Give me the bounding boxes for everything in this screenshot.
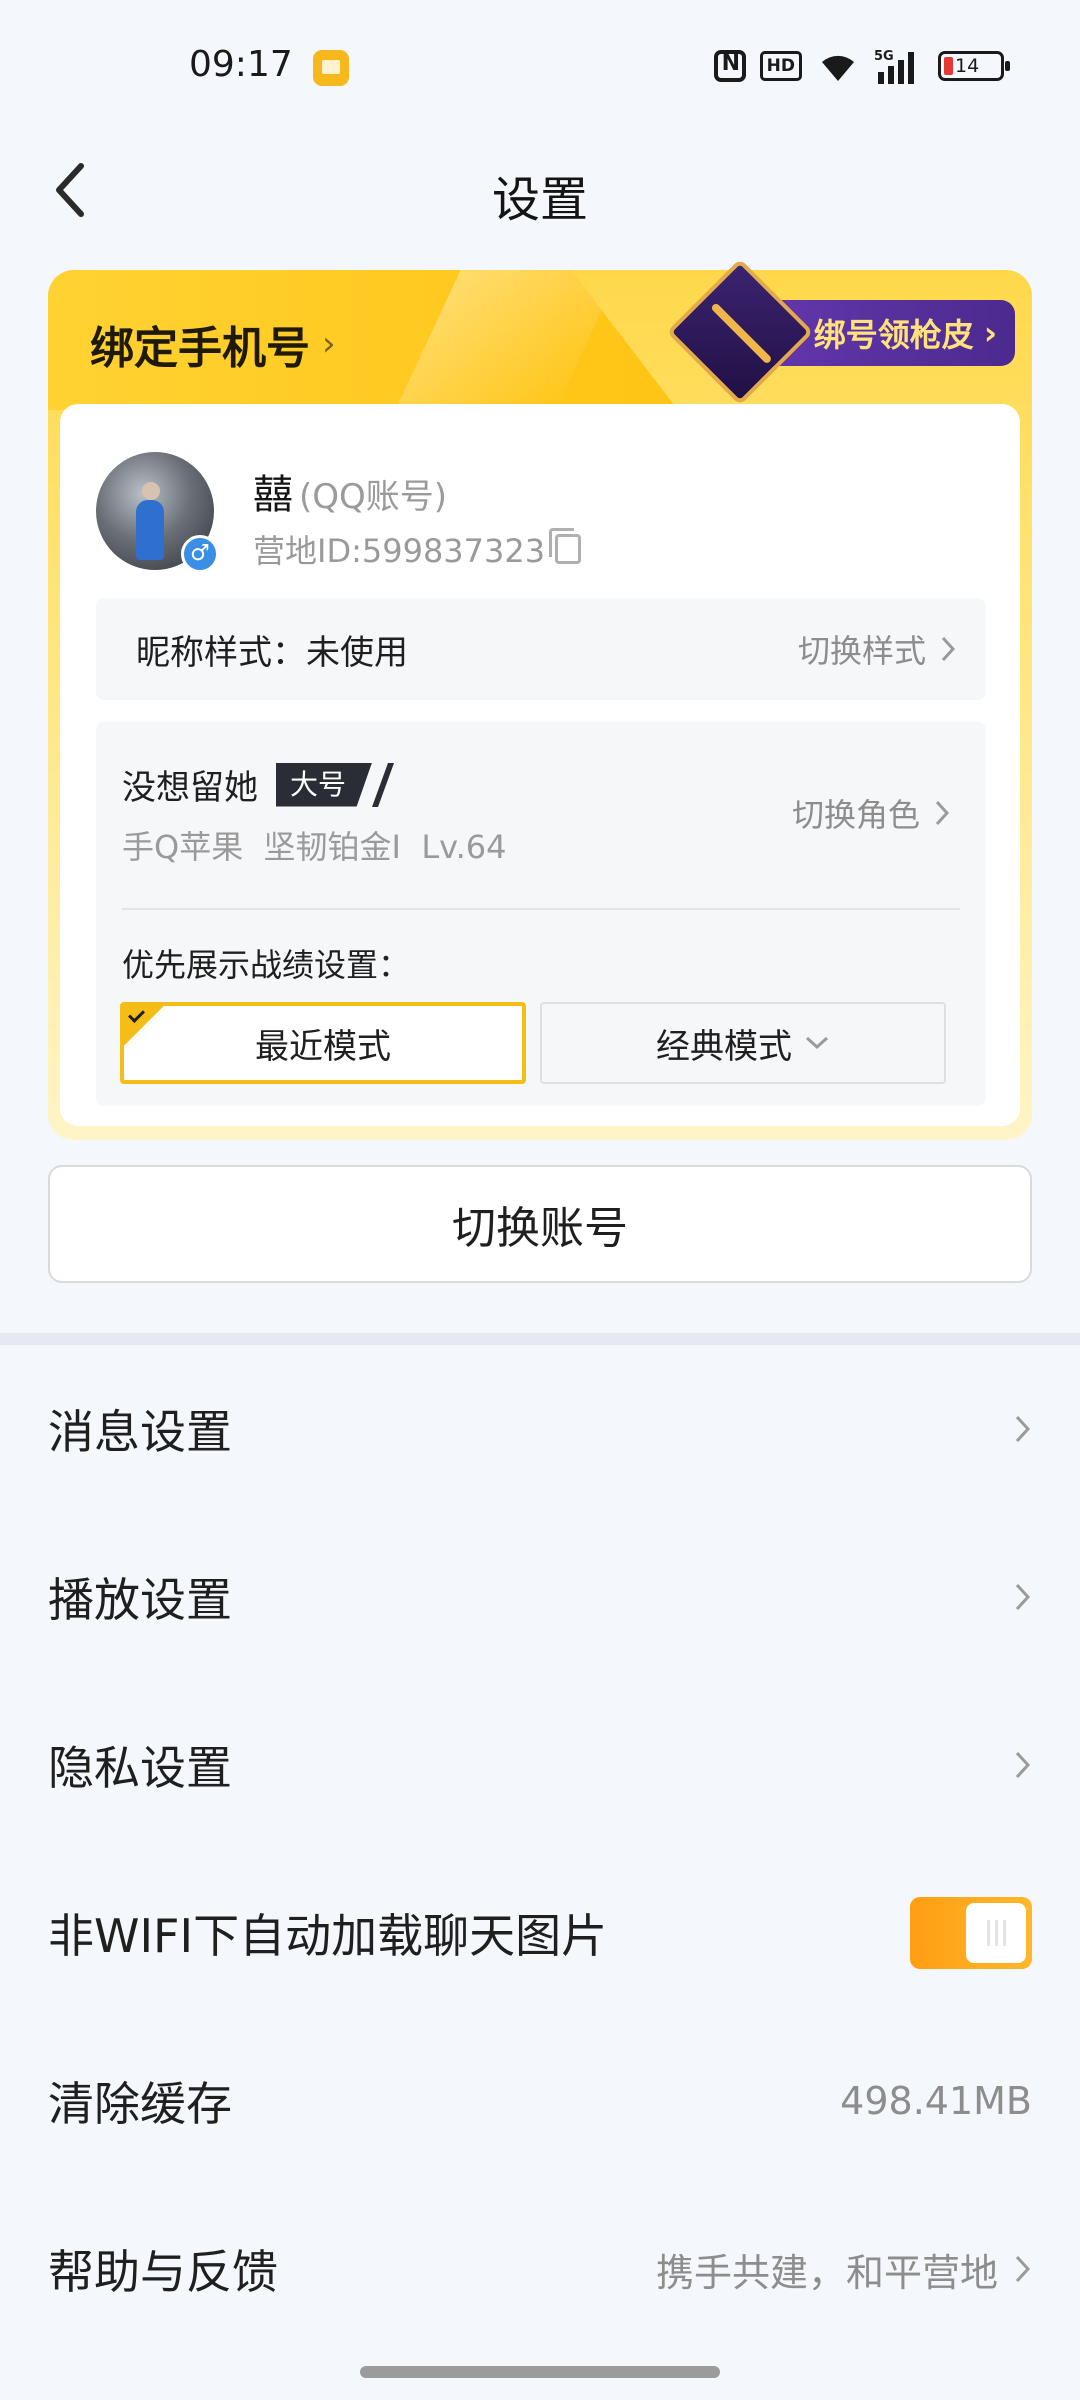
settings-row-playback[interactable]: 播放设置 xyxy=(0,1513,1080,1681)
user-name: 囍 xyxy=(253,472,293,518)
settings-row-message[interactable]: 消息设置 xyxy=(0,1345,1080,1513)
camp-id-row: 营地ID:599837323 xyxy=(253,526,582,572)
settings-row-label: 消息设置 xyxy=(48,1405,232,1459)
bind-phone-button[interactable]: 绑定手机号 › xyxy=(90,312,336,376)
nfc-icon xyxy=(713,50,746,82)
bind-phone-label: 绑定手机号 xyxy=(90,323,310,374)
toggle-knob xyxy=(966,1903,1026,1963)
switch-account-label: 切换账号 xyxy=(452,1203,628,1254)
chevron-right-icon xyxy=(1015,1583,1031,1611)
page-title: 设置 xyxy=(491,172,588,228)
account-type: (QQ账号) xyxy=(299,477,448,517)
mode-classic-option[interactable]: 经典模式 xyxy=(540,1002,946,1084)
switch-style-button[interactable]: 切换样式 xyxy=(798,626,956,672)
settings-row-privacy[interactable]: 隐私设置 xyxy=(0,1681,1080,1849)
section-divider xyxy=(0,1333,1080,1345)
switch-role-label: 切换角色 xyxy=(791,796,920,834)
battery-icon: 14 xyxy=(938,51,1010,81)
switch-style-label: 切换样式 xyxy=(797,632,926,670)
mode-recent-label: 最近模式 xyxy=(255,1026,391,1067)
home-indicator[interactable] xyxy=(360,2366,720,2378)
role-info: 手Q苹果 坚韧铂金I Lv.64 xyxy=(122,828,507,866)
signal-icon: 5G xyxy=(874,49,914,84)
chevron-right-icon: › xyxy=(322,324,336,364)
mode-classic-label: 经典模式 xyxy=(656,1026,792,1067)
auto-load-images-toggle[interactable] xyxy=(910,1897,1032,1969)
battery-level: 14 xyxy=(955,55,980,77)
status-bar: 09:17 HD 5G 14 xyxy=(0,0,1080,130)
settings-row-label: 清除缓存 xyxy=(48,2077,232,2131)
status-icons: HD 5G 14 xyxy=(713,48,1010,84)
check-icon xyxy=(122,1004,166,1048)
main-account-tag-label: 大号 xyxy=(276,762,373,807)
male-icon: ♂ xyxy=(181,535,219,573)
settings-row-label: 隐私设置 xyxy=(48,1741,232,1795)
settings-list: 消息设置 播放设置 隐私设置 非WIFI下自动加载聊天图片 清除缓存 498.4… xyxy=(0,1345,1080,2353)
wifi-icon xyxy=(822,55,854,81)
chevron-down-icon xyxy=(805,1036,829,1050)
nickname-style-label: 昵称样式：未使用 xyxy=(136,632,408,673)
chevron-right-icon xyxy=(941,636,956,662)
switch-role-button[interactable]: 切换角色 xyxy=(792,790,950,836)
hd-icon: HD xyxy=(759,51,802,81)
mode-recent-option[interactable]: 最近模式 xyxy=(120,1002,526,1084)
chevron-right-icon xyxy=(1015,1415,1031,1443)
role-box: 没想留她 大号 手Q苹果 坚韧铂金I Lv.64 切换角色 优先展示战绩设置： … xyxy=(96,722,986,1106)
chevron-right-icon: › xyxy=(983,314,997,352)
settings-row-label: 播放设置 xyxy=(48,1573,232,1627)
camp-id: 营地ID:599837323 xyxy=(253,532,546,570)
main-account-tag: 大号 xyxy=(276,762,373,807)
settings-row-label: 非WIFI下自动加载聊天图片 xyxy=(48,1909,608,1963)
copy-icon[interactable] xyxy=(549,528,582,564)
bind-reward-label: 绑号领枪皮 xyxy=(813,316,974,354)
chevron-right-icon xyxy=(935,800,950,826)
settings-row-label: 帮助与反馈 xyxy=(48,2245,278,2299)
notification-app-icon xyxy=(313,50,349,86)
nickname-style-row[interactable]: 昵称样式：未使用 切换样式 xyxy=(96,598,986,700)
cache-size: 498.41MB xyxy=(840,2079,1032,2123)
help-subtitle: 携手共建，和平营地 xyxy=(655,2250,998,2295)
header: 设置 xyxy=(0,130,1080,250)
switch-account-button[interactable]: 切换账号 xyxy=(48,1165,1032,1283)
settings-row-help[interactable]: 帮助与反馈 携手共建，和平营地 xyxy=(0,2185,1080,2353)
role-name-row: 没想留她 大号 xyxy=(122,760,373,809)
role-name: 没想留她 xyxy=(122,768,258,808)
settings-row-clear-cache[interactable]: 清除缓存 498.41MB xyxy=(0,2017,1080,2185)
chevron-right-icon xyxy=(1015,1751,1031,1779)
network-type-label: 5G xyxy=(874,49,894,64)
divider xyxy=(122,908,960,910)
record-setting-label: 优先展示战绩设置： xyxy=(122,946,411,984)
chevron-right-icon xyxy=(1015,2255,1031,2283)
status-time: 09:17 xyxy=(189,44,293,85)
settings-row-wifi-images: 非WIFI下自动加载聊天图片 xyxy=(0,1849,1080,2017)
user-name-line: 囍 (QQ账号) xyxy=(253,462,447,520)
